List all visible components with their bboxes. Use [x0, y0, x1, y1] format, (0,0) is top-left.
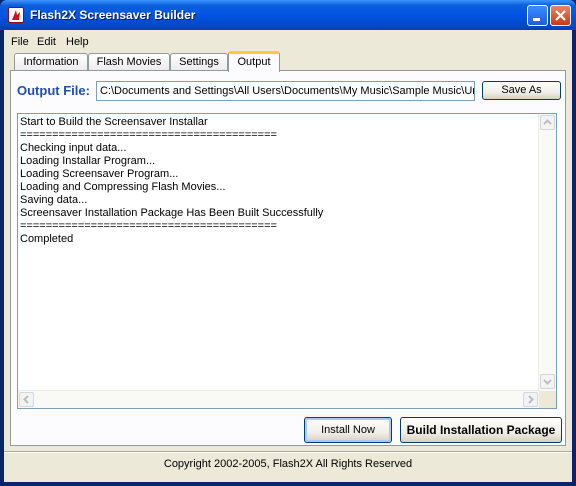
- build-installation-package-button[interactable]: Build Installation Package: [400, 417, 562, 443]
- scroll-down-arrow-icon[interactable]: [540, 374, 555, 389]
- output-tab-panel: Output File: C:\Documents and Settings\A…: [10, 70, 566, 446]
- title-bar[interactable]: Flash2X Screensaver Builder: [0, 0, 576, 30]
- log-line: Loading Screensaver Program...: [20, 168, 179, 180]
- menu-file[interactable]: File: [11, 36, 29, 48]
- window-client-area: File Edit Help Information Flash Movies …: [4, 30, 572, 482]
- menu-edit[interactable]: Edit: [37, 36, 56, 48]
- vertical-scrollbar[interactable]: [538, 114, 556, 391]
- app-window: Flash2X Screensaver Builder File Edit He…: [0, 0, 576, 486]
- save-as-button[interactable]: Save As: [482, 81, 561, 100]
- log-line: Screensaver Installation Package Has Bee…: [20, 207, 324, 219]
- minimize-icon: [533, 18, 540, 21]
- copyright-text: Copyright 2002-2005, Flash2X All Rights …: [163, 458, 413, 470]
- tab-flash-movies[interactable]: Flash Movies: [88, 53, 170, 70]
- log-line: Completed: [20, 233, 74, 245]
- scroll-left-arrow-icon[interactable]: [19, 392, 34, 407]
- horizontal-scrollbar[interactable]: [18, 390, 539, 408]
- footer-divider: [4, 451, 572, 453]
- log-line: ========================================: [20, 220, 277, 232]
- output-file-path-field[interactable]: C:\Documents and Settings\All Users\Docu…: [96, 81, 475, 101]
- output-file-label: Output File:: [17, 83, 90, 98]
- scroll-up-arrow-icon[interactable]: [540, 115, 555, 130]
- tab-output[interactable]: Output: [228, 51, 280, 72]
- log-line: Start to Build the Screensaver Installar: [20, 116, 208, 128]
- install-now-button[interactable]: Install Now: [304, 417, 392, 443]
- close-button[interactable]: [550, 5, 571, 26]
- log-line: Checking input data...: [20, 142, 127, 154]
- minimize-button[interactable]: [527, 5, 548, 26]
- build-log-textarea[interactable]: Start to Build the Screensaver Installar…: [17, 113, 557, 409]
- log-line: Saving data...: [20, 194, 88, 206]
- menu-help[interactable]: Help: [66, 36, 89, 48]
- log-line: Loading Installar Program...: [20, 155, 156, 167]
- close-icon: [555, 10, 566, 21]
- scrollbar-corner: [539, 391, 556, 408]
- tab-settings[interactable]: Settings: [170, 53, 228, 70]
- scroll-right-arrow-icon[interactable]: [523, 392, 538, 407]
- flash-app-icon: [8, 7, 24, 23]
- window-title: Flash2X Screensaver Builder: [30, 8, 196, 22]
- log-line: Loading and Compressing Flash Movies...: [20, 181, 226, 193]
- build-log-text: Start to Build the Screensaver Installar…: [20, 116, 540, 390]
- log-line: ========================================: [20, 129, 277, 141]
- tab-information[interactable]: Information: [14, 53, 88, 70]
